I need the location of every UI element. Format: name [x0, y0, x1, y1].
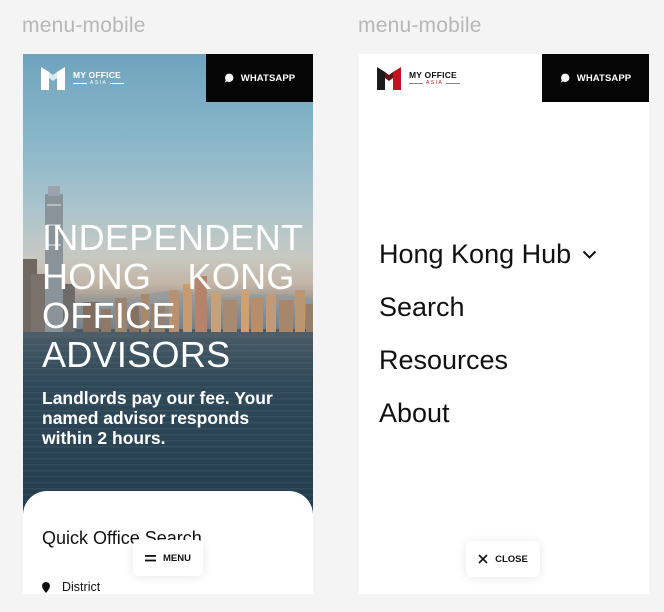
location-pin-icon	[42, 581, 50, 593]
brand-sub: ASIA	[90, 80, 108, 87]
menu-item-search[interactable]: Search	[379, 281, 597, 334]
hero-headline: INDEPENDENT HONG KONG OFFICE ADVISORS	[42, 218, 307, 374]
whatsapp-label: WHATSAPP	[576, 72, 632, 84]
hero-headline-line-2: HONG KONG	[42, 256, 295, 297]
brand-logo[interactable]: MY OFFICE ASIA	[377, 67, 461, 90]
mobile-home-screen: MY OFFICE ASIA WHATSAPP INDEPENDENT HONG…	[23, 54, 313, 594]
menu-item-hong-kong-hub[interactable]: Hong Kong Hub	[379, 228, 597, 281]
menu-item-label: Resources	[379, 345, 509, 375]
hero-subhead: Landlords pay our fee. Your named adviso…	[42, 388, 273, 448]
brand-logo-icon	[377, 67, 401, 90]
close-label: CLOSE	[495, 553, 528, 565]
whatsapp-button[interactable]: WHATSAPP	[206, 54, 313, 102]
chat-bubble-icon	[224, 73, 234, 83]
hero-headline-line-4: ADVISORS	[42, 334, 231, 375]
brand-logo-icon	[41, 67, 65, 90]
mobile-menu-screen: MY OFFICE ASIA WHATSAPP Hong Kong Hub Se…	[359, 54, 649, 594]
main-menu: Hong Kong Hub Search Resources About	[379, 228, 597, 440]
whatsapp-label: WHATSAPP	[240, 72, 296, 84]
brand-name: MY OFFICE	[73, 69, 121, 80]
frame-label-right: menu-mobile	[358, 14, 482, 37]
menu-label: MENU	[163, 552, 191, 564]
menu-item-label: About	[379, 398, 450, 428]
brand-sub: ASIA	[426, 80, 444, 87]
menu-item-label: Hong Kong Hub	[379, 239, 572, 269]
hamburger-icon	[145, 554, 156, 561]
brand-name: MY OFFICE	[409, 69, 457, 80]
district-filter[interactable]: District	[42, 580, 100, 594]
hero-headline-line-3: OFFICE	[42, 295, 176, 336]
frame-label-left: menu-mobile	[22, 14, 146, 37]
close-icon	[478, 554, 488, 564]
chat-bubble-icon	[560, 73, 570, 83]
district-label: District	[62, 580, 101, 594]
menu-item-label: Search	[379, 292, 465, 322]
menu-item-about[interactable]: About	[379, 387, 597, 440]
close-button[interactable]: CLOSE	[466, 541, 540, 577]
whatsapp-button[interactable]: WHATSAPP	[542, 54, 649, 102]
chevron-down-icon	[582, 250, 597, 259]
hero-headline-line-1: INDEPENDENT	[42, 217, 304, 258]
menu-item-resources[interactable]: Resources	[379, 334, 597, 387]
menu-button[interactable]: MENU	[133, 540, 203, 576]
brand-logo[interactable]: MY OFFICE ASIA	[41, 67, 125, 90]
